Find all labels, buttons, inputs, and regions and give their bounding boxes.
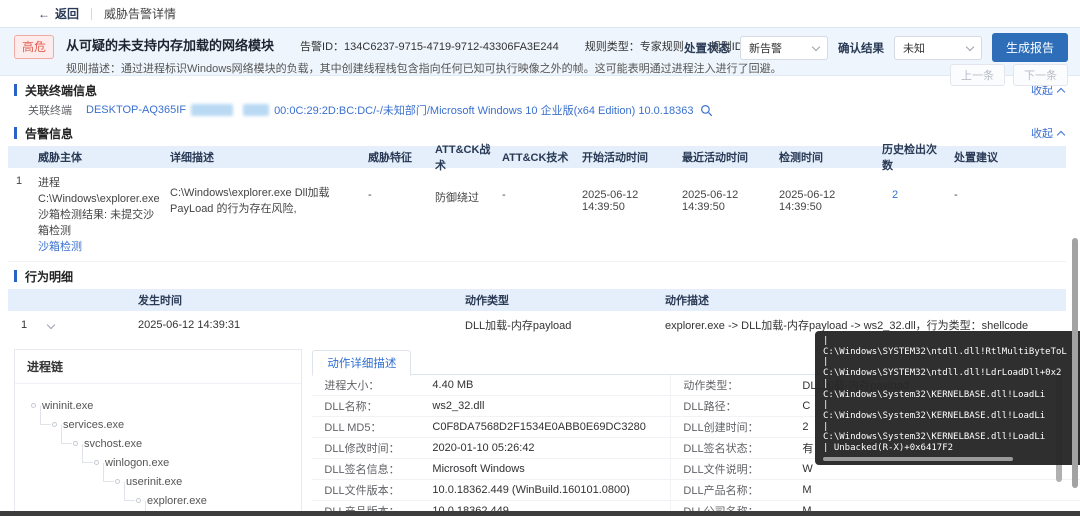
- col-history-count: 历史检出次数: [882, 144, 937, 172]
- col-occur-time: 发生时间: [138, 295, 182, 307]
- section-marker: [14, 84, 17, 96]
- col-threat-subject: 威胁主体: [38, 152, 82, 164]
- terminal-section-title: 关联终端信息: [25, 83, 98, 98]
- tooltip-horizontal-scrollbar[interactable]: [823, 457, 1013, 461]
- rule-description: 规则描述：通过进程标识Windows网络模块的负载，其中创建线程栈包含指向任何已…: [66, 63, 782, 75]
- col-start-time: 开始活动时间: [582, 152, 648, 164]
- node-dot-icon: [115, 479, 120, 484]
- confirm-result-select[interactable]: 未知: [893, 35, 982, 60]
- row-index: 1: [15, 175, 23, 187]
- process-chain-panel: 进程链 wininit.exe services.exe svchost.exe…: [14, 349, 303, 516]
- suggestion-cell: -: [954, 189, 958, 201]
- behavior-section-title: 行为明细: [25, 269, 74, 284]
- threat-subject-cell: 进程 C:\Windows\explorer.exe 沙箱检测结果: 未提交沙箱…: [38, 175, 170, 255]
- prev-next-nav: 上一条 下一条: [950, 64, 1068, 86]
- back-button[interactable]: ← 返回: [38, 5, 79, 22]
- attck-technique-cell: -: [502, 189, 506, 201]
- row-index: 1: [20, 319, 28, 331]
- next-button[interactable]: 下一条: [1013, 64, 1068, 86]
- alert-table-row: 1 进程 C:\Windows\explorer.exe 沙箱检测结果: 未提交…: [8, 168, 1066, 262]
- tree-node[interactable]: explorer.exe: [123, 482, 301, 510]
- search-icon[interactable]: [700, 104, 713, 117]
- history-count-link[interactable]: 2: [882, 175, 954, 255]
- terminal-section-header: 关联终端信息 收起: [0, 81, 1080, 99]
- occur-time-cell: 2025-06-12 14:39:31: [138, 319, 241, 331]
- terminal-row: 关联终端 DESKTOP-AQ365IF 00:0C:29:2D:BC:DC/-…: [0, 101, 1080, 119]
- prev-button[interactable]: 上一条: [950, 64, 1005, 86]
- chevron-up-icon: [1056, 87, 1066, 96]
- alert-header: 高危 从可疑的未支持内存加载的网络模块 告警ID：134C6237-9715-4…: [0, 28, 1080, 86]
- alert-table-header: 威胁主体 详细描述 威胁特征 ATT&CK战术 ATT&CK技术 开始活动时间 …: [8, 144, 1066, 172]
- col-attck-technique: ATT&CK技术: [502, 152, 569, 164]
- generate-report-button[interactable]: 生成报告: [991, 33, 1068, 62]
- terminal-label: 关联终端: [28, 105, 72, 117]
- terminal-link[interactable]: DESKTOP-AQ365IF 00:0C:29:2D:BC:DC/-/未知部门…: [86, 102, 693, 118]
- tree-node[interactable]: svchost.exe: [60, 425, 301, 453]
- rule-type: 规则类型：专家规则: [584, 41, 684, 53]
- col-action-desc: 动作描述: [665, 295, 709, 307]
- section-marker: [14, 127, 17, 139]
- tree-node[interactable]: userinit.exe: [102, 463, 301, 491]
- redacted-blur: [191, 104, 234, 116]
- node-dot-icon: [94, 460, 99, 465]
- node-dot-icon: [31, 403, 36, 408]
- back-arrow-icon: ←: [38, 6, 50, 21]
- call-trace-tooltip: | C:\Windows\SYSTEM32\ntdll.dll!RtlMulti…: [815, 331, 1080, 465]
- last-time-cell: 2025-06-12 14:39:50: [682, 189, 739, 213]
- redacted-blur: [243, 104, 270, 116]
- attck-tactic-cell: 防御绕过: [435, 192, 479, 204]
- header-controls: 处置状态 新告警 确认结果 未知 生成报告: [684, 33, 1068, 62]
- node-dot-icon: [73, 441, 78, 446]
- section-marker: [14, 270, 17, 282]
- kv-row: DLL文件版本： 10.0.18362.449 (WinBuild.160101.…: [312, 480, 1080, 501]
- alert-section-title: 告警信息: [25, 126, 74, 141]
- page-title: 威胁告警详情: [104, 7, 177, 21]
- col-last-time: 最近活动时间: [682, 152, 748, 164]
- chevron-down-icon: [46, 320, 56, 330]
- bottom-edge-strip: [0, 511, 1080, 516]
- severity-badge: 高危: [14, 35, 55, 59]
- dispose-status-label: 处置状态: [683, 42, 730, 55]
- tree-node[interactable]: services.exe: [39, 406, 301, 434]
- node-dot-icon: [136, 498, 141, 503]
- alert-collapse-link[interactable]: 收起: [1031, 125, 1066, 141]
- col-attck-tactic: ATT&CK战术: [435, 144, 491, 172]
- tab-action-detail[interactable]: 动作详细描述: [312, 350, 412, 376]
- detail-desc-cell: C:\Windows\explorer.exe Dll加载PayLoad 的行为…: [170, 187, 330, 215]
- process-tree: wininit.exe services.exe svchost.exe win…: [15, 384, 301, 516]
- threat-feature-cell: -: [368, 189, 372, 201]
- behavior-section-header: 行为明细: [0, 267, 1080, 285]
- page-scrollbar[interactable]: [1072, 238, 1078, 488]
- sandbox-detect-link[interactable]: 沙箱检测: [38, 239, 162, 255]
- alert-table: 威胁主体 详细描述 威胁特征 ATT&CK战术 ATT&CK技术 开始活动时间 …: [8, 144, 1066, 262]
- col-threat-feature: 威胁特征: [368, 152, 412, 164]
- dispose-status-select[interactable]: 新告警: [739, 35, 828, 60]
- node-dot-icon: [52, 422, 57, 427]
- process-chain-title: 进程链: [15, 350, 302, 384]
- confirm-result-label: 确认结果: [837, 42, 884, 55]
- tree-node[interactable]: wininit.exe: [31, 396, 301, 415]
- col-detect-time: 检测时间: [779, 152, 823, 164]
- tree-node[interactable]: winlogon.exe: [81, 444, 301, 472]
- col-detail-desc: 详细描述: [170, 152, 214, 164]
- col-suggestion: 处置建议: [954, 152, 998, 164]
- col-action-type: 动作类型: [465, 295, 509, 307]
- alert-title: 从可疑的未支持内存加载的网络模块: [66, 38, 275, 53]
- row-expander[interactable]: [46, 319, 138, 331]
- threat-alert-detail-page: ← 返回 威胁告警详情 高危 从可疑的未支持内存加载的网络模块 告警ID：134…: [0, 0, 1080, 516]
- start-time-cell: 2025-06-12 14:39:50: [582, 189, 639, 213]
- alert-id: 告警ID：134C6237-9715-4719-9712-43306FA3E24…: [300, 41, 559, 53]
- action-type-cell: DLL加载-内存payload: [465, 320, 572, 332]
- top-bar: ← 返回 威胁告警详情: [0, 0, 1080, 28]
- chevron-down-icon: [811, 42, 821, 51]
- back-label: 返回: [55, 7, 80, 21]
- chevron-down-icon: [965, 42, 975, 51]
- detect-time-cell: 2025-06-12 14:39:50: [779, 189, 836, 213]
- divider: [91, 7, 93, 20]
- alert-section-header: 告警信息 收起: [0, 124, 1080, 142]
- chevron-up-icon: [1056, 130, 1066, 139]
- behavior-table-header: 发生时间 动作类型 动作描述: [8, 289, 1066, 311]
